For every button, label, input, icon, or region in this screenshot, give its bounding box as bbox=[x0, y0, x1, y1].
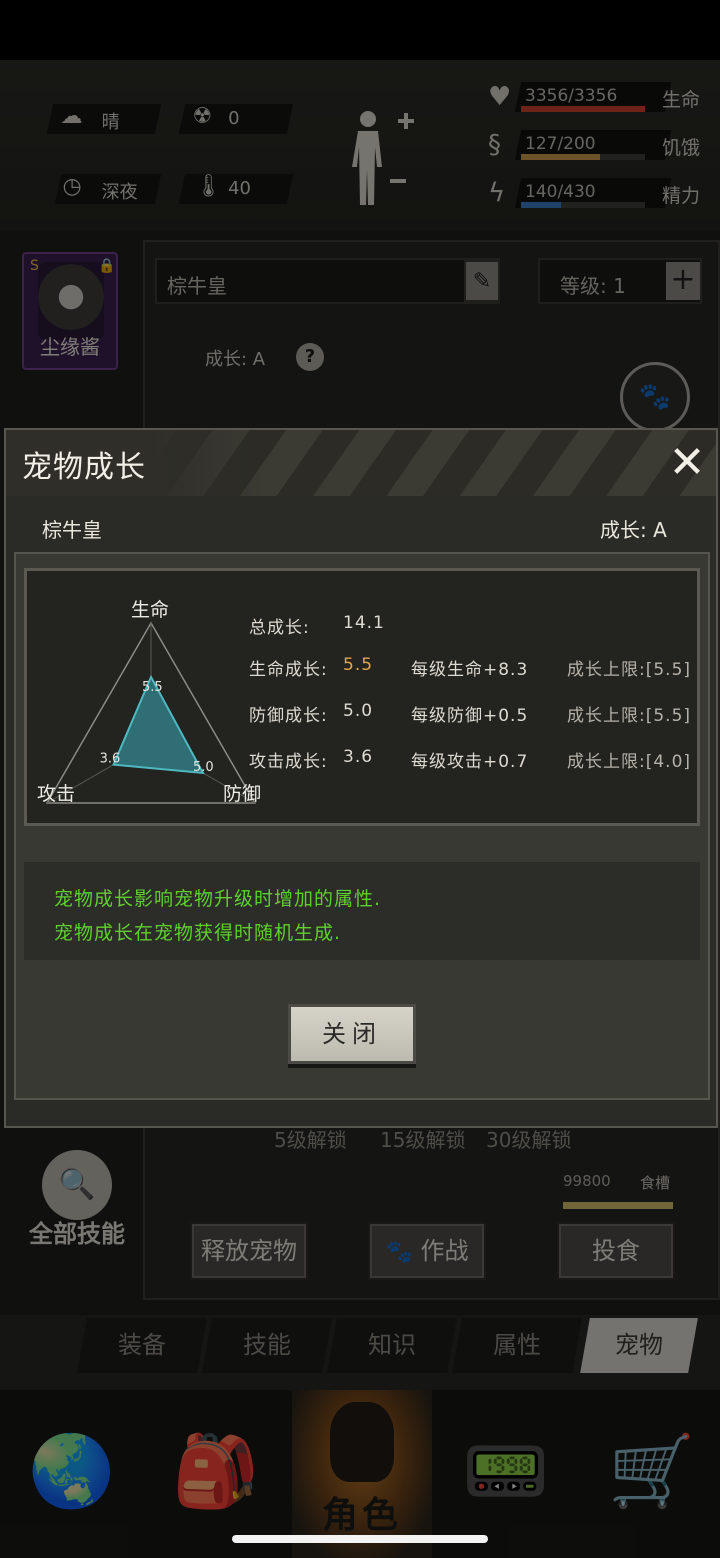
growth-stats-box: 5.5 5.0 3.6 生命 防御 攻击 总成长: 14.1 生命成长: 5.5… bbox=[24, 568, 700, 826]
tip-line-1: 宠物成长影响宠物升级时增加的属性. bbox=[54, 888, 382, 910]
close-button[interactable]: 关闭 bbox=[288, 1004, 416, 1064]
tip-line-2: 宠物成长在宠物获得时随机生成. bbox=[54, 922, 342, 944]
attack-growth-label: 攻击成长: bbox=[249, 752, 328, 772]
defense-growth-label: 防御成长: bbox=[249, 706, 328, 726]
total-growth-label: 总成长: bbox=[249, 618, 310, 638]
pet-growth-dialog: 宠物成长 ✕ 棕牛皇 成长: A 5.5 5.0 3.6 生命 防御 攻击 总成… bbox=[4, 428, 718, 1128]
attack-growth-value: 3.6 bbox=[343, 747, 374, 767]
defense-growth-cap: 成长上限:[5.5] bbox=[567, 706, 692, 726]
total-growth-value: 14.1 bbox=[343, 613, 385, 633]
radar-value-life: 5.5 bbox=[142, 680, 163, 695]
life-growth-value: 5.5 bbox=[343, 655, 374, 675]
attack-growth-cap: 成长上限:[4.0] bbox=[567, 752, 692, 772]
radar-axis-label-defense: 防御 bbox=[223, 783, 262, 805]
tip-box: 宠物成长影响宠物升级时增加的属性. 宠物成长在宠物获得时随机生成. bbox=[24, 862, 700, 960]
radar-axis-label-attack: 攻击 bbox=[37, 783, 76, 805]
life-growth-cap: 成长上限:[5.5] bbox=[567, 660, 692, 680]
radar-axis-label-life: 生命 bbox=[131, 599, 170, 621]
close-icon[interactable]: ✕ bbox=[664, 438, 710, 488]
defense-growth-value: 5.0 bbox=[343, 701, 374, 721]
dialog-title: 宠物成长 bbox=[22, 450, 146, 485]
dialog-pet-grade: 成长: A bbox=[600, 518, 667, 542]
radar-value-attack: 3.6 bbox=[100, 752, 121, 767]
life-growth-label: 生命成长: bbox=[249, 660, 328, 680]
attack-per-level: 每级攻击+0.7 bbox=[411, 752, 529, 772]
dialog-pet-name: 棕牛皇 bbox=[42, 518, 102, 542]
defense-per-level: 每级防御+0.5 bbox=[411, 706, 529, 726]
radar-value-defense: 5.0 bbox=[193, 760, 214, 775]
life-per-level: 每级生命+8.3 bbox=[411, 660, 529, 680]
home-indicator bbox=[232, 1535, 488, 1543]
